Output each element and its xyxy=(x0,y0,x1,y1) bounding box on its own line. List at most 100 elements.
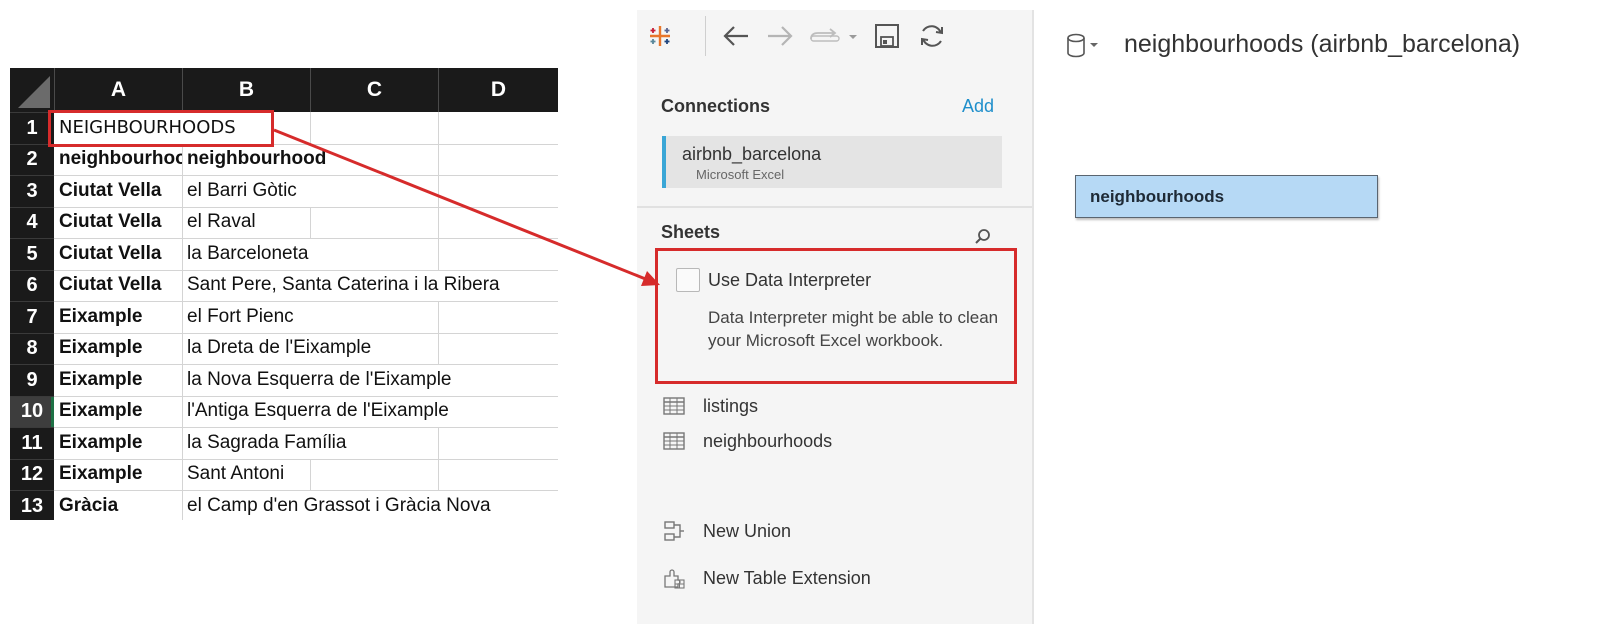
row-header[interactable]: 4 xyxy=(10,206,54,238)
column-gridline xyxy=(310,458,311,490)
add-connection-link[interactable]: Add xyxy=(962,96,994,117)
cell-neighbourhood[interactable]: el Raval xyxy=(182,206,558,238)
cell-neighbourhood[interactable]: el Camp d'en Grassot i Gràcia Nova xyxy=(182,490,558,520)
connection-type: Microsoft Excel xyxy=(696,167,785,182)
cell-neighbourhood[interactable]: el Fort Pienc xyxy=(182,301,558,333)
data-interpreter-description: Data Interpreter might be able to clean … xyxy=(708,308,999,350)
datasource-cylinder-icon[interactable] xyxy=(1066,32,1102,65)
toolbar-separator xyxy=(705,16,706,56)
table-grid-icon xyxy=(661,395,687,417)
cell-a1-highlight xyxy=(48,110,274,147)
cell-neighbourhood-group[interactable]: Eixample xyxy=(54,427,182,459)
column-gridline xyxy=(310,112,311,144)
refresh-icon[interactable] xyxy=(915,18,949,54)
back-arrow-icon[interactable] xyxy=(719,18,753,54)
column-header-b[interactable]: B xyxy=(182,68,310,112)
cell-neighbourhood[interactable]: el Barri Gòtic xyxy=(182,175,558,207)
cell-neighbourhood[interactable]: Sant Antoni xyxy=(182,458,558,490)
cell-neighbourhood-group[interactable]: Eixample xyxy=(54,459,182,491)
row-header[interactable]: 12 xyxy=(10,458,54,490)
cell-neighbourhood-group[interactable]: Ciutat Vella xyxy=(54,207,182,239)
use-data-interpreter-label[interactable]: Use Data Interpreter xyxy=(708,270,871,291)
column-gridline xyxy=(438,112,439,144)
sheet-item-label: listings xyxy=(703,395,759,416)
row-gridline xyxy=(54,458,558,460)
save-icon[interactable] xyxy=(871,18,903,54)
connection-card[interactable]: airbnb_barcelona Microsoft Excel xyxy=(662,136,1002,188)
row-header[interactable]: 11 xyxy=(10,427,54,459)
canvas-table-neighbourhoods[interactable]: neighbourhoods xyxy=(1075,175,1378,218)
cell-neighbourhood-group[interactable]: Eixample xyxy=(54,364,182,396)
datasource-title[interactable]: neighbourhoods (airbnb_barcelona) xyxy=(1124,30,1520,59)
connection-name: airbnb_barcelona xyxy=(682,144,822,164)
row-gridline xyxy=(54,332,558,334)
table-grid-icon xyxy=(661,430,687,452)
sheet-item-label: neighbourhoods xyxy=(703,430,833,451)
row-header[interactable]: 10 xyxy=(10,395,54,427)
row-gridline xyxy=(54,238,558,239)
use-data-interpreter-checkbox[interactable] xyxy=(676,268,700,292)
row-header[interactable]: 6 xyxy=(10,269,54,301)
cell-neighbourhood[interactable]: la Sagrada Família xyxy=(182,427,558,459)
data-interpreter-highlight: Use Data Interpreter Data Interpreter mi… xyxy=(655,248,1017,384)
row-header[interactable]: 8 xyxy=(10,332,54,364)
cell-neighbourhood-group[interactable]: Gràcia xyxy=(54,490,182,520)
tableau-logo-icon[interactable] xyxy=(643,18,677,54)
column-gridline xyxy=(438,238,439,270)
row-header[interactable]: 5 xyxy=(10,238,54,270)
cell-neighbourhood-group[interactable]: Ciutat Vella xyxy=(54,175,182,207)
cell-neighbourhood[interactable]: la Dreta de l'Eixample xyxy=(182,332,558,364)
column-gridline xyxy=(310,206,311,238)
corner-triangle-icon xyxy=(18,76,50,108)
section-divider xyxy=(637,206,1032,208)
sheet-item-listings[interactable]: listings xyxy=(661,393,758,419)
column-gridline xyxy=(438,206,439,238)
cell-neighbourhood[interactable]: la Nova Esquerra de l'Eixample xyxy=(182,364,558,396)
cell-neighbourhood-group[interactable]: Ciutat Vella xyxy=(54,238,182,270)
row-gridline xyxy=(54,427,558,428)
column-gridline xyxy=(438,143,439,175)
data-source-pane: Connections Add airbnb_barcelona Microso… xyxy=(637,10,1034,624)
new-union-label: New Union xyxy=(703,520,792,541)
column-gridline xyxy=(438,175,439,207)
cell-neighbourhood-group[interactable]: Eixample xyxy=(54,333,182,365)
column-gridline xyxy=(438,458,439,490)
row-header[interactable]: 3 xyxy=(10,175,54,207)
row-header[interactable]: 13 xyxy=(10,490,54,520)
row-header[interactable]: 7 xyxy=(10,301,54,333)
row-header[interactable]: 2 xyxy=(10,143,54,175)
row-gridline xyxy=(54,269,558,271)
select-all-corner[interactable] xyxy=(10,68,54,112)
cell-neighbourhood-group[interactable]: Eixample xyxy=(54,301,182,333)
cell-neighbourhood-group[interactable]: neighbourhood_group xyxy=(54,144,182,176)
cell-neighbourhood-group[interactable]: Ciutat Vella xyxy=(54,270,182,302)
column-header-c[interactable]: C xyxy=(310,68,438,112)
column-header-d[interactable]: D xyxy=(438,68,558,112)
row-gridline xyxy=(54,395,558,397)
column-header-a[interactable]: A xyxy=(54,68,182,112)
cell-neighbourhood[interactable]: Sant Pere, Santa Caterina i la Ribera xyxy=(182,269,558,301)
row-gridline xyxy=(54,490,558,491)
cell-neighbourhood[interactable]: neighbourhood xyxy=(182,143,558,175)
new-union-item[interactable]: New Union xyxy=(661,518,791,544)
new-table-extension-item[interactable]: New Table Extension xyxy=(661,565,871,591)
cell-neighbourhood[interactable]: la Barceloneta xyxy=(182,238,558,270)
redirect-icon[interactable] xyxy=(807,18,863,54)
row-gridline xyxy=(54,206,558,208)
row-gridline xyxy=(54,301,558,302)
union-icon xyxy=(661,520,687,542)
column-gridline xyxy=(438,332,439,364)
row-gridline xyxy=(54,175,558,176)
row-gridline xyxy=(54,364,558,365)
table-extension-icon xyxy=(661,567,687,589)
new-table-extension-label: New Table Extension xyxy=(703,567,871,588)
column-gridline xyxy=(438,427,439,459)
column-gridline xyxy=(182,143,183,520)
forward-arrow-icon[interactable] xyxy=(763,18,797,54)
row-header[interactable]: 9 xyxy=(10,364,54,396)
sheet-item-neighbourhoods[interactable]: neighbourhoods xyxy=(661,428,832,454)
cell-neighbourhood[interactable]: l'Antiga Esquerra de l'Eixample xyxy=(182,395,558,427)
connections-title: Connections xyxy=(661,96,771,116)
cell-neighbourhood-group[interactable]: Eixample xyxy=(54,396,182,428)
toolbar xyxy=(637,10,1032,62)
